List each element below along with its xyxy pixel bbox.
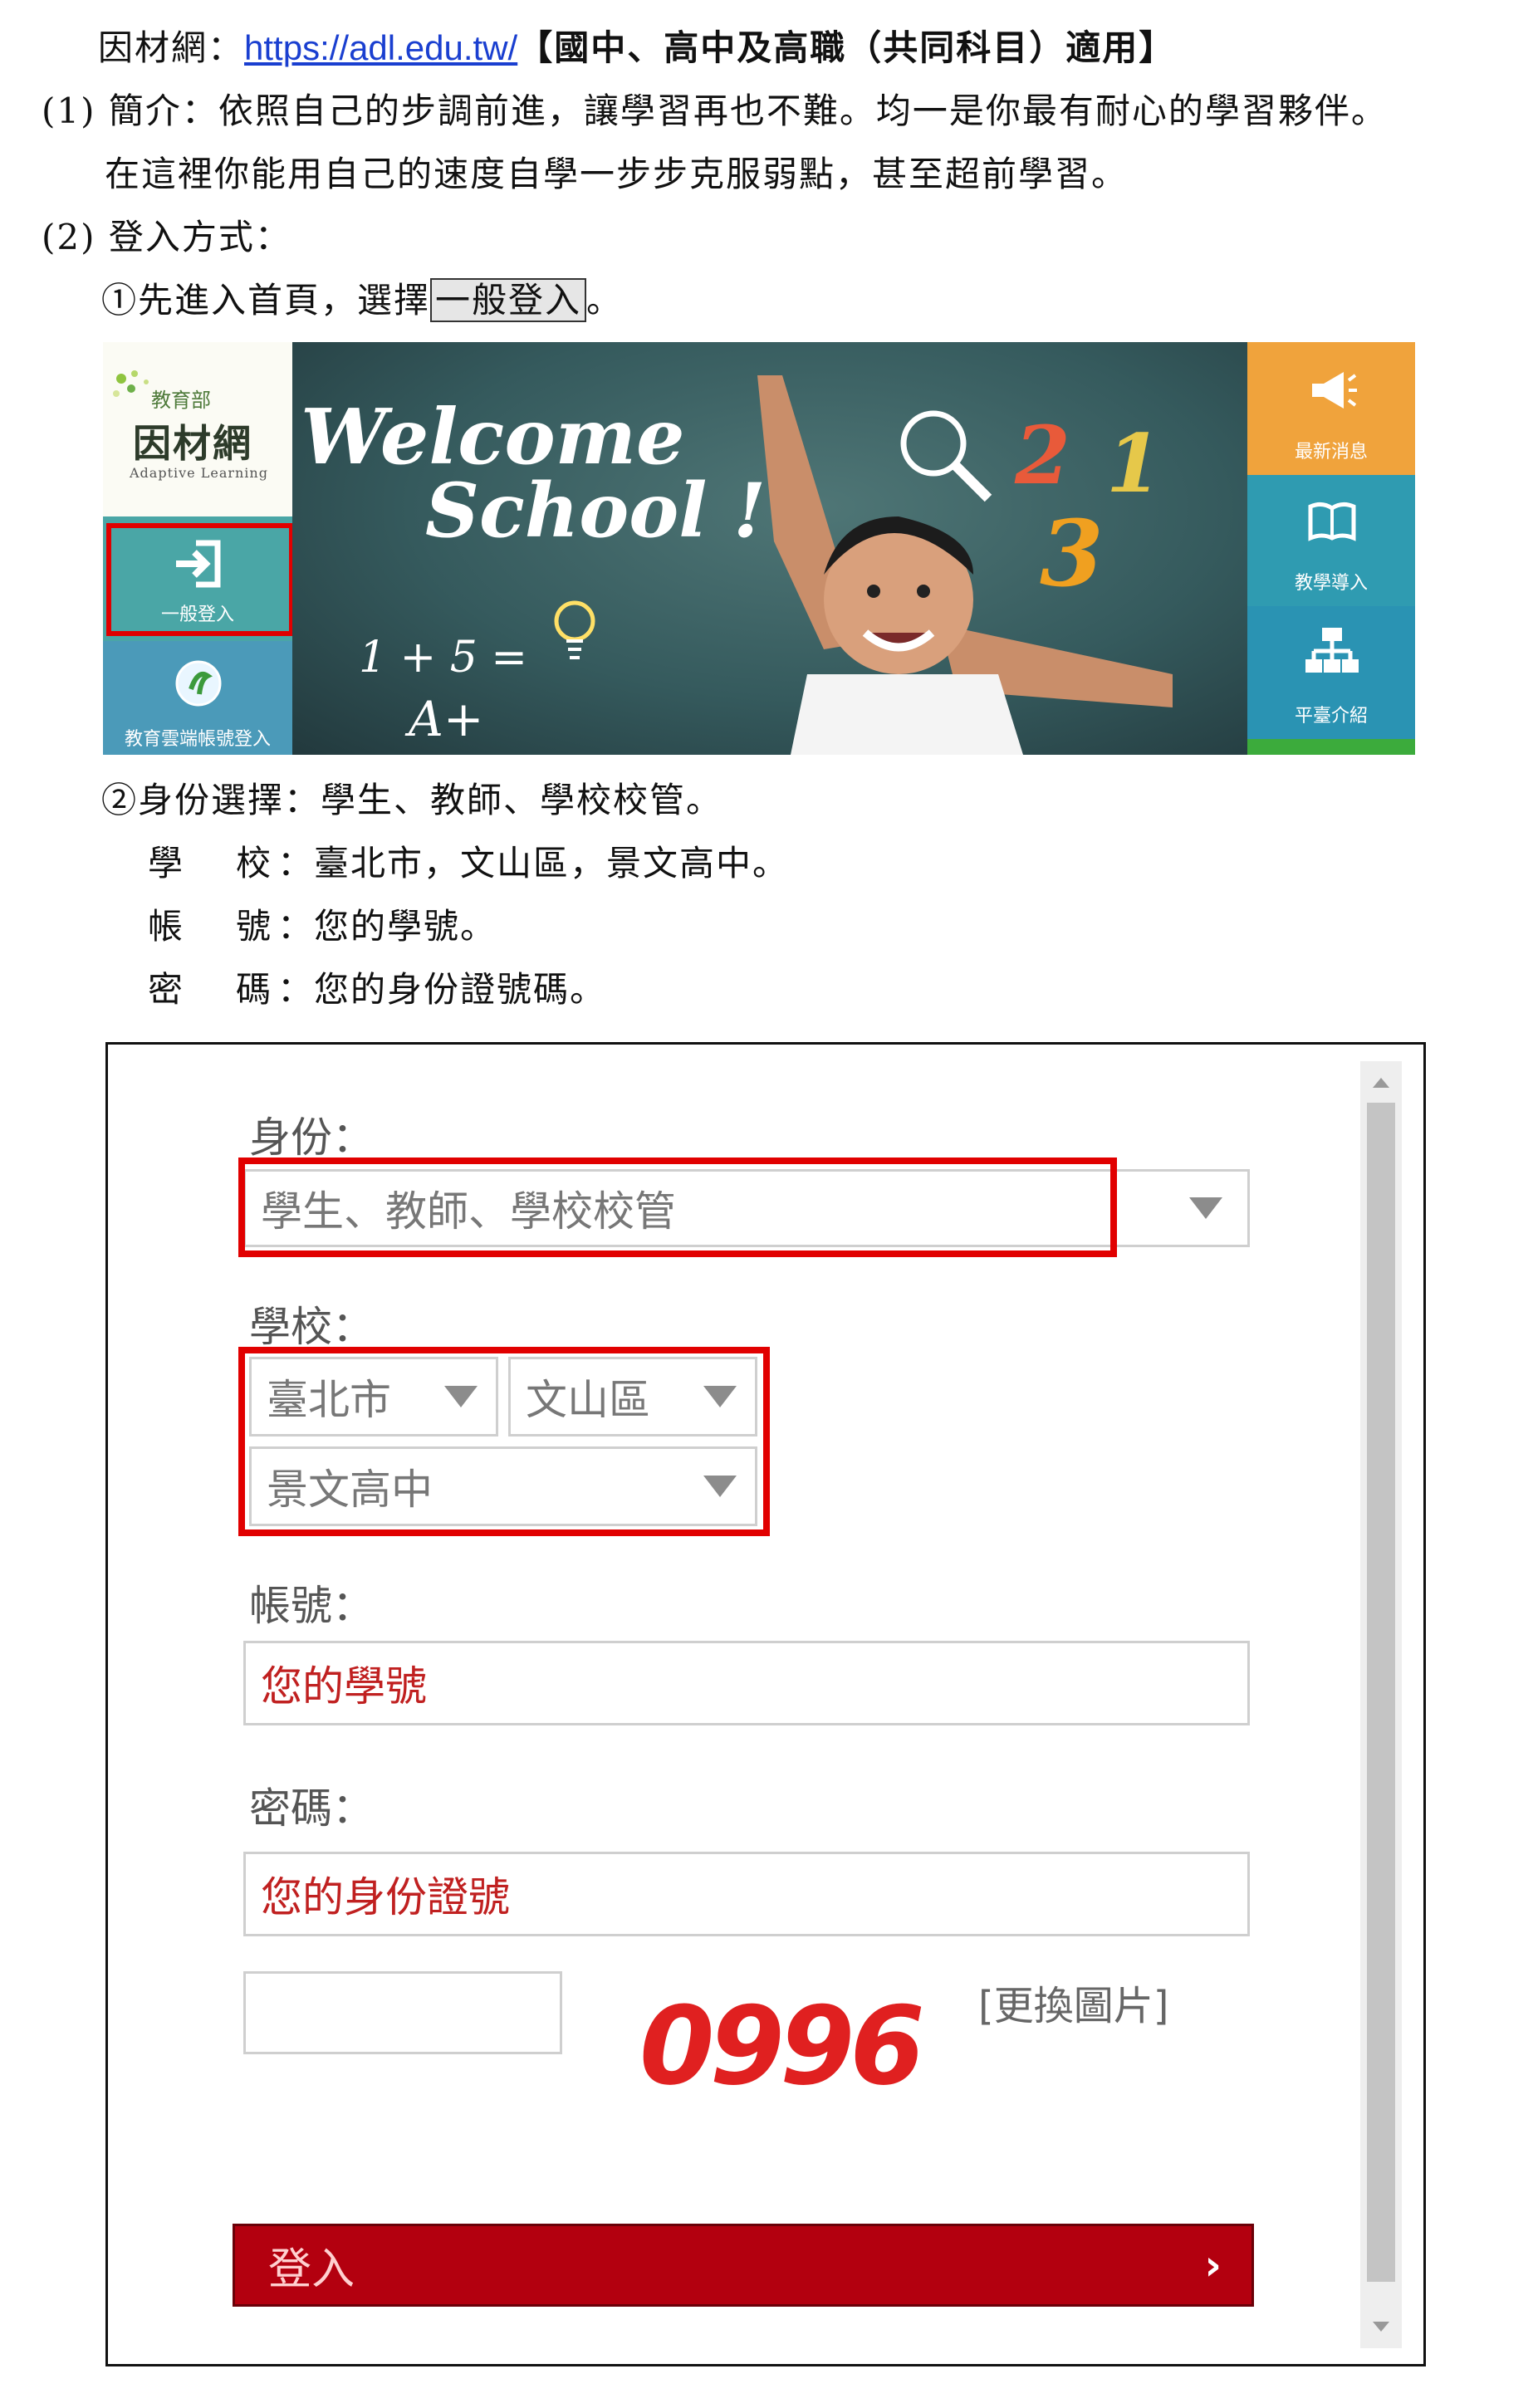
step-2: ②身份選擇：學生、教師、學校校管。	[101, 780, 723, 820]
login-button[interactable]: 登入 ›	[233, 2224, 1254, 2307]
change-image-link[interactable]: [更換圖片]	[978, 1973, 1168, 2031]
info-school-label: 學 校	[148, 843, 272, 883]
sitemap-icon	[1305, 628, 1359, 673]
platform-intro-tile[interactable]: 平臺介紹	[1247, 606, 1415, 739]
account-input-placeholder: 您的學號	[261, 1662, 427, 1711]
section-1-continued: 在這裡你能用自己的速度自學一步步克服弱點，甚至超前學習。	[105, 154, 1129, 194]
account-input[interactable]: 您的學號	[243, 1641, 1250, 1725]
child-illustration	[757, 375, 1173, 755]
teaching-guide-tile[interactable]: 教學導入	[1247, 475, 1415, 606]
scroll-up-icon[interactable]	[1373, 1078, 1389, 1088]
info-account: 帳 號：您的學號。	[148, 903, 497, 950]
chevron-down-icon	[1189, 1197, 1222, 1219]
math-chalk-text: 1 + 5 =	[359, 633, 527, 683]
captcha-input[interactable]	[243, 1971, 562, 2054]
info-account-value: ：您的學號。	[277, 906, 497, 947]
intro-line: 因材網：https://adl.edu.tw/【國中、高中及高職（共同科目）適用…	[98, 25, 1175, 71]
password-input[interactable]: 您的身份證號	[243, 1852, 1250, 1936]
info-school: 學 校：臺北市，文山區，景文高中。	[148, 840, 789, 887]
login-form: 身份： 學生、教師、學校校管 學校： 臺北市 文山區 景文高中 帳號： 您的學號…	[105, 1042, 1426, 2366]
step-1: ①先進入首頁，選擇 一般登入。	[101, 277, 623, 324]
section-2-text: 登入方式：	[108, 217, 291, 257]
identity-highlight	[238, 1158, 1117, 1257]
side-navigation: 最新消息 教學導入 平臺介紹	[1247, 342, 1415, 755]
lightbulb-icon	[554, 600, 595, 659]
news-tile[interactable]: 最新消息	[1247, 342, 1415, 475]
megaphone-icon	[1312, 372, 1357, 409]
password-label: 密碼：	[249, 1784, 374, 1833]
info-school-value: ：臺北市，文山區，景文高中。	[277, 843, 790, 883]
step-1-text: ①先進入首頁，選擇	[101, 280, 431, 321]
info-password: 密 碼：您的身份證號碼。	[148, 967, 606, 1013]
book-icon	[1308, 502, 1356, 541]
section-2-marker: (2)	[42, 217, 96, 257]
general-login-term: 一般登入	[430, 278, 587, 322]
site-url-link[interactable]: https://adl.edu.tw/	[244, 28, 517, 67]
brand-english: Adaptive Learning	[130, 465, 268, 481]
cloud-login-icon	[175, 660, 222, 707]
chalkboard-image: Welcome School ! 1 + 5 = A+ 2 1 3	[292, 342, 1247, 755]
form-scrollbar[interactable]	[1360, 1061, 1402, 2348]
info-password-label: 密 碼	[148, 969, 272, 1010]
cloud-account-login-button[interactable]: 教育雲端帳號登入	[103, 641, 292, 755]
moe-label: 教育部	[151, 389, 211, 412]
section-1-marker: (1)	[42, 91, 96, 131]
account-label: 帳號：	[249, 1582, 374, 1630]
password-input-placeholder: 您的身份證號	[261, 1873, 510, 1921]
teaching-guide-label: 教學導入	[1294, 573, 1368, 594]
scroll-thumb[interactable]	[1367, 1103, 1395, 2282]
site-prefix: 因材網：	[98, 27, 245, 68]
section-2: (2) 登入方式：	[42, 214, 291, 261]
step-1-suffix: 。	[586, 280, 624, 321]
captcha-image: 0996	[639, 1983, 925, 2109]
cloud-login-label: 教育雲端帳號登入	[124, 729, 271, 750]
school-highlight	[238, 1347, 770, 1536]
info-password-value: ：您的身份證號碼。	[277, 969, 607, 1010]
general-login-highlight	[106, 523, 294, 636]
news-label: 最新消息	[1294, 442, 1368, 463]
school-label: 學校：	[249, 1303, 374, 1351]
section-1-text: 簡介：依照自己的步調前進，讓學習再也不難。均一是你最有耐心的學習夥伴。	[108, 91, 1388, 131]
identity-label: 身份：	[249, 1113, 374, 1162]
platform-intro-label: 平臺介紹	[1294, 706, 1368, 727]
grade-chalk-text: A+	[409, 691, 484, 747]
scroll-down-icon[interactable]	[1373, 2322, 1389, 2332]
school-chalk-text: School !	[425, 467, 767, 555]
site-logo: 教育部 因材網 Adaptive Learning	[103, 342, 292, 516]
login-button-label: 登入	[268, 2244, 355, 2295]
homepage-banner: 教育部 因材網 Adaptive Learning 一般登入 教育雲端帳號登入 …	[103, 342, 1415, 755]
more-tile[interactable]	[1247, 739, 1415, 755]
section-1: (1) 簡介：依照自己的步調前進，讓學習再也不難。均一是你最有耐心的學習夥伴。	[42, 88, 1388, 135]
brand-name: 因材網	[133, 421, 252, 466]
info-account-label: 帳 號	[148, 906, 272, 947]
applicability-note: 【國中、高中及高職（共同科目）適用】	[517, 27, 1176, 68]
chevron-right-icon: ›	[1204, 2241, 1222, 2289]
